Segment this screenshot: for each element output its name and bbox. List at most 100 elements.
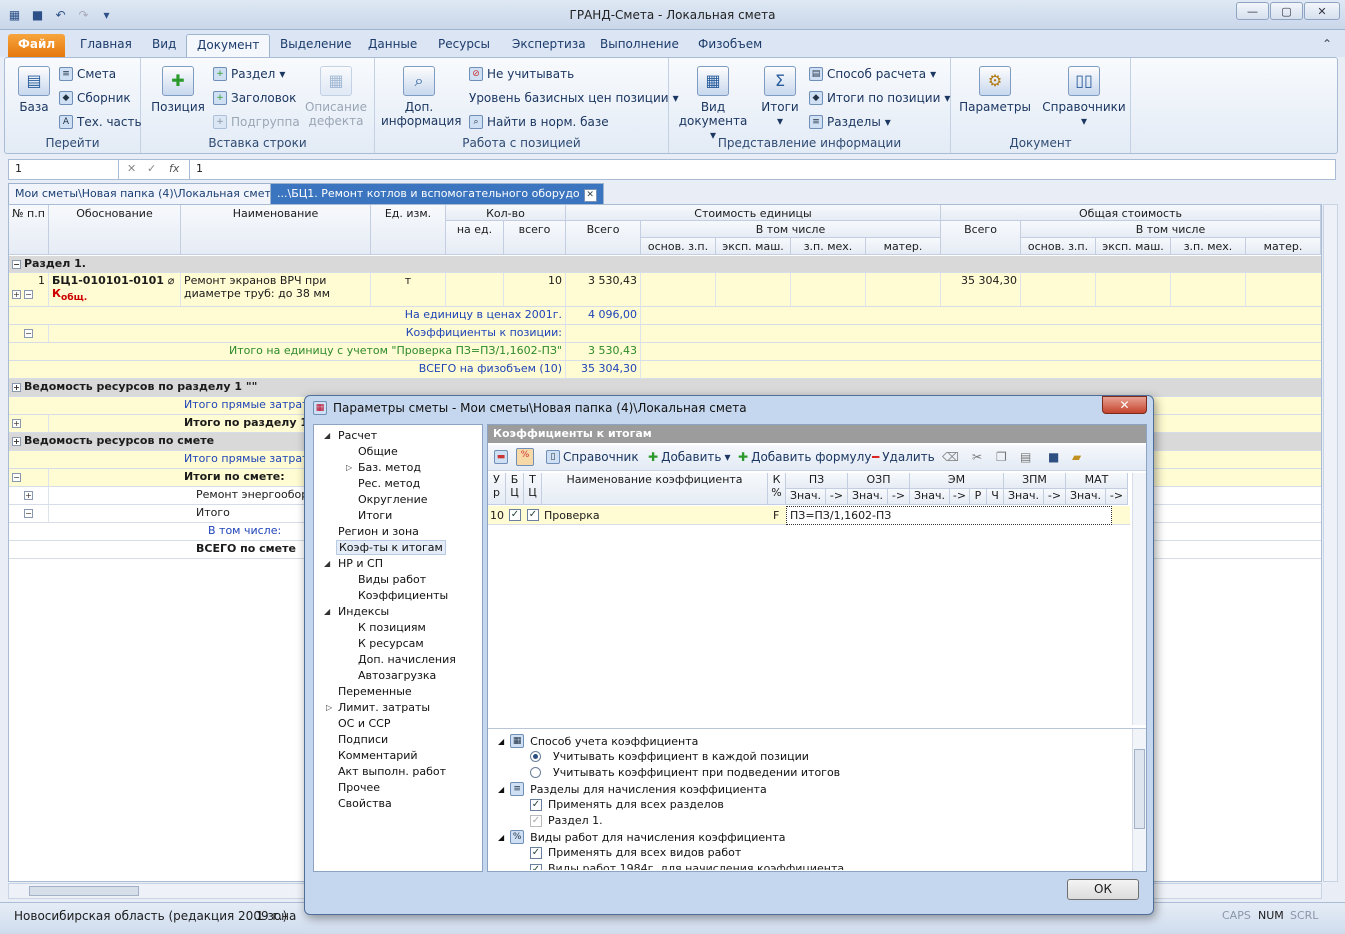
col-value[interactable]: Знач.: [1066, 489, 1106, 505]
col-p[interactable]: Р: [970, 489, 987, 505]
col-header-mech-wage[interactable]: з.п. мех.: [791, 238, 866, 255]
reference-button[interactable]: ▯ Справочник: [546, 450, 639, 464]
col-arrow[interactable]: ->: [888, 489, 910, 505]
tab-physvolume[interactable]: Физобъем: [688, 34, 772, 57]
option-work-types-1984[interactable]: ✓ Виды работ 1984г. для начисления коэффи…: [530, 862, 844, 870]
cut-icon[interactable]: ✂: [972, 450, 982, 464]
tree-item-to-positions[interactable]: К позициям: [358, 621, 426, 634]
option-section-1[interactable]: ✓ Раздел 1.: [530, 814, 603, 827]
col-u[interactable]: Ур: [488, 473, 506, 505]
tree-item-base-method[interactable]: Баз. метод: [358, 461, 421, 474]
tree-item-nr-sp[interactable]: НР и СП: [338, 557, 383, 570]
col-header-mach2[interactable]: эксп. маш.: [1096, 238, 1171, 255]
clear-icon[interactable]: ⌫: [942, 450, 959, 464]
checkbox-all-work-types[interactable]: ✓: [530, 846, 542, 859]
collapse-icon[interactable]: −: [12, 259, 21, 269]
tab-expertise[interactable]: Экспертиза: [502, 34, 596, 57]
option-group-sections[interactable]: ◢ ≡ Разделы для начисления коэффициента: [498, 782, 767, 796]
option-all-sections[interactable]: ✓ Применять для всех разделов: [530, 798, 724, 811]
add-button[interactable]: ✚ Добавить ▾: [648, 450, 731, 464]
parameters-button[interactable]: ⚙ Параметры: [957, 66, 1033, 114]
calc-method-button[interactable]: ▤ Способ расчета ▾: [809, 67, 936, 81]
col-header-mech-wage2[interactable]: з.п. мех.: [1171, 238, 1246, 255]
open-folder-icon[interactable]: ▰: [1072, 450, 1081, 464]
checkbox-work-types-1984[interactable]: ✓: [530, 864, 542, 870]
position-row[interactable]: 1 + − БЦ1-010101-0101 ⌀ Кобщ. Ремонт экрано…: [9, 273, 1321, 307]
col-header-basis[interactable]: Обоснование: [49, 205, 181, 255]
collapse-icon[interactable]: −: [24, 289, 33, 299]
tab-resources[interactable]: Ресурсы: [428, 34, 500, 57]
totals-button[interactable]: Σ Итоги ▾: [757, 66, 803, 128]
close-tab-icon[interactable]: ✕: [583, 189, 597, 202]
accept-icon[interactable]: ✓: [147, 162, 156, 175]
col-header-total2[interactable]: Всего: [941, 221, 1021, 255]
ok-button[interactable]: ОК: [1067, 879, 1139, 900]
tree-item-work-types[interactable]: Виды работ: [358, 573, 426, 586]
sections-button[interactable]: ≡ Разделы ▾: [809, 115, 891, 129]
tree-item-limit-costs[interactable]: Лимит. затраты: [338, 701, 430, 714]
defect-description-button[interactable]: ▦ Описание дефекта: [301, 66, 371, 128]
formula-field[interactable]: ПЗ=ПЗ/1,1602-ПЗ: [786, 506, 1112, 525]
checkbox-b[interactable]: ✓: [509, 509, 521, 521]
tree-item-variables[interactable]: Переменные: [338, 685, 412, 698]
tree-item-to-resources[interactable]: К ресурсам: [358, 637, 424, 650]
col-arrow[interactable]: ->: [1044, 489, 1066, 505]
sub-row[interactable]: Итого на единицу с учетом "Проверка ПЗ=П…: [9, 343, 1321, 361]
col-header-qty-total[interactable]: всего: [504, 221, 566, 255]
tree-item-general[interactable]: Общие: [358, 445, 398, 458]
option-each-position[interactable]: Учитывать коэффициент в каждой позиции: [530, 750, 809, 763]
col-value[interactable]: Знач.: [910, 489, 950, 505]
tab-execution[interactable]: Выполнение: [590, 34, 689, 57]
tree-item-properties[interactable]: Свойства: [338, 797, 392, 810]
base-price-level-button[interactable]: Уровень базисных цен позиции ▾: [469, 91, 679, 105]
col-b[interactable]: БЦ: [506, 473, 524, 505]
col-header-mater2[interactable]: матер.: [1246, 238, 1321, 255]
references-button[interactable]: ▯▯ Справочники ▾: [1039, 66, 1129, 128]
tree-item-autoload[interactable]: Автозагрузка: [358, 669, 436, 682]
col-value[interactable]: Знач.: [786, 489, 826, 505]
position-button[interactable]: ✚ Позиция: [151, 66, 205, 114]
paste-icon[interactable]: ▤: [1020, 450, 1031, 464]
radio-on-totals[interactable]: [530, 767, 541, 778]
eraser-icon[interactable]: ▬: [494, 450, 508, 464]
sub-row[interactable]: − Коэффициенты к позиции:: [9, 325, 1321, 343]
col-header-name[interactable]: Наименование: [181, 205, 371, 255]
cancel-icon[interactable]: ✕: [127, 162, 136, 175]
col-t[interactable]: ТЦ: [524, 473, 542, 505]
tree-item-region[interactable]: Регион и зона: [338, 525, 419, 538]
vertical-scrollbar[interactable]: [1323, 204, 1338, 882]
sub-row[interactable]: На единицу в ценах 2001г. 4 096,00: [9, 307, 1321, 325]
expand-icon[interactable]: +: [24, 490, 33, 500]
estimate-button[interactable]: ≡ Смета: [59, 67, 116, 81]
add-formula-button[interactable]: ✚ Добавить формулу: [738, 450, 871, 464]
tree-item-other[interactable]: Прочее: [338, 781, 380, 794]
col-header-mach[interactable]: эксп. маш.: [716, 238, 791, 255]
tree-item-totals[interactable]: Итоги: [358, 509, 392, 522]
collapsed-arrow-icon[interactable]: ▷: [326, 703, 332, 712]
section-button[interactable]: + Раздел ▾: [213, 67, 285, 81]
col-header-num[interactable]: № п.п: [9, 205, 49, 255]
option-on-totals[interactable]: Учитывать коэффициент при подведении ито…: [530, 766, 840, 779]
col-k[interactable]: К%: [768, 473, 786, 505]
tree-item-res-method[interactable]: Рес. метод: [358, 477, 420, 490]
subgroup-button[interactable]: + Подгруппа: [213, 115, 300, 129]
coef-name[interactable]: Проверка: [544, 509, 600, 522]
col-header-base-wage[interactable]: основ. з.п.: [641, 238, 716, 255]
tab-document[interactable]: Документ: [186, 34, 271, 57]
tech-part-button[interactable]: A Тех. часть: [59, 115, 142, 129]
minimize-button[interactable]: —: [1236, 2, 1269, 20]
tab-file[interactable]: Файл: [8, 34, 66, 57]
expanded-arrow-icon[interactable]: ◢: [324, 607, 330, 616]
collapse-icon[interactable]: −: [24, 508, 33, 518]
maximize-button[interactable]: ▢: [1270, 2, 1303, 20]
cell-address-field[interactable]: 1: [9, 160, 119, 179]
expanded-arrow-icon[interactable]: ◢: [324, 431, 330, 440]
percent-coef-icon[interactable]: %: [516, 448, 534, 466]
section-row[interactable]: − Раздел 1.: [9, 256, 1321, 273]
option-group-method[interactable]: ◢ ▦ Способ учета коэффициента: [498, 734, 698, 748]
tab-home[interactable]: Главная: [70, 34, 142, 57]
col-header-qty-unit[interactable]: на ед.: [446, 221, 504, 255]
base-button[interactable]: ▤ База: [11, 66, 57, 114]
doc-tab-section[interactable]: ...\БЦ1. Ремонт котлов и вспомогательног…: [270, 183, 604, 204]
expand-icon[interactable]: +: [12, 289, 21, 299]
